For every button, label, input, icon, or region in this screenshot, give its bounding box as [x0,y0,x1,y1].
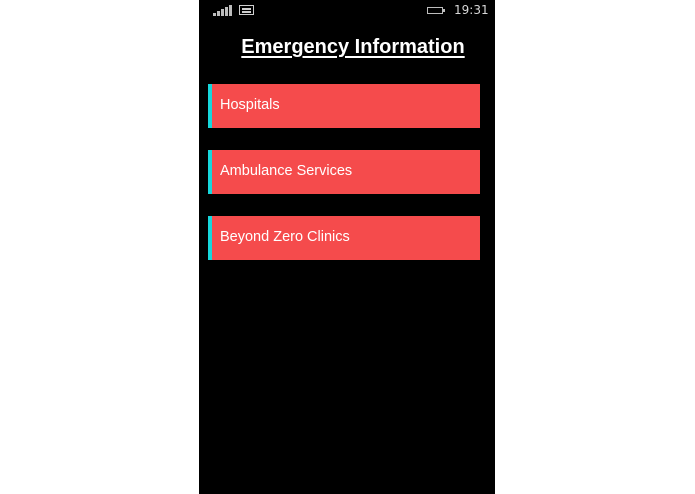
menu-item-label: Beyond Zero Clinics [220,229,350,245]
message-icon [239,5,254,15]
menu-item-accent [208,216,212,260]
status-time: 19:31 [454,3,489,17]
menu-item-accent [208,150,212,194]
menu-item-hospitals[interactable]: Hospitals [208,84,480,128]
menu-item-beyond-zero-clinics[interactable]: Beyond Zero Clinics [208,216,480,260]
status-bar: 19:31 [199,0,495,22]
battery-icon [427,7,445,14]
app-screen: 19:31 Emergency Information Hospitals Am… [199,0,495,494]
menu-item-label: Hospitals [220,97,280,113]
menu-item-label: Ambulance Services [220,163,353,179]
page-title: Emergency Information [241,36,465,58]
signal-strength-icon [213,5,233,16]
menu-item-ambulance-services[interactable]: Ambulance Services [208,150,480,194]
menu-item-accent [208,84,212,128]
